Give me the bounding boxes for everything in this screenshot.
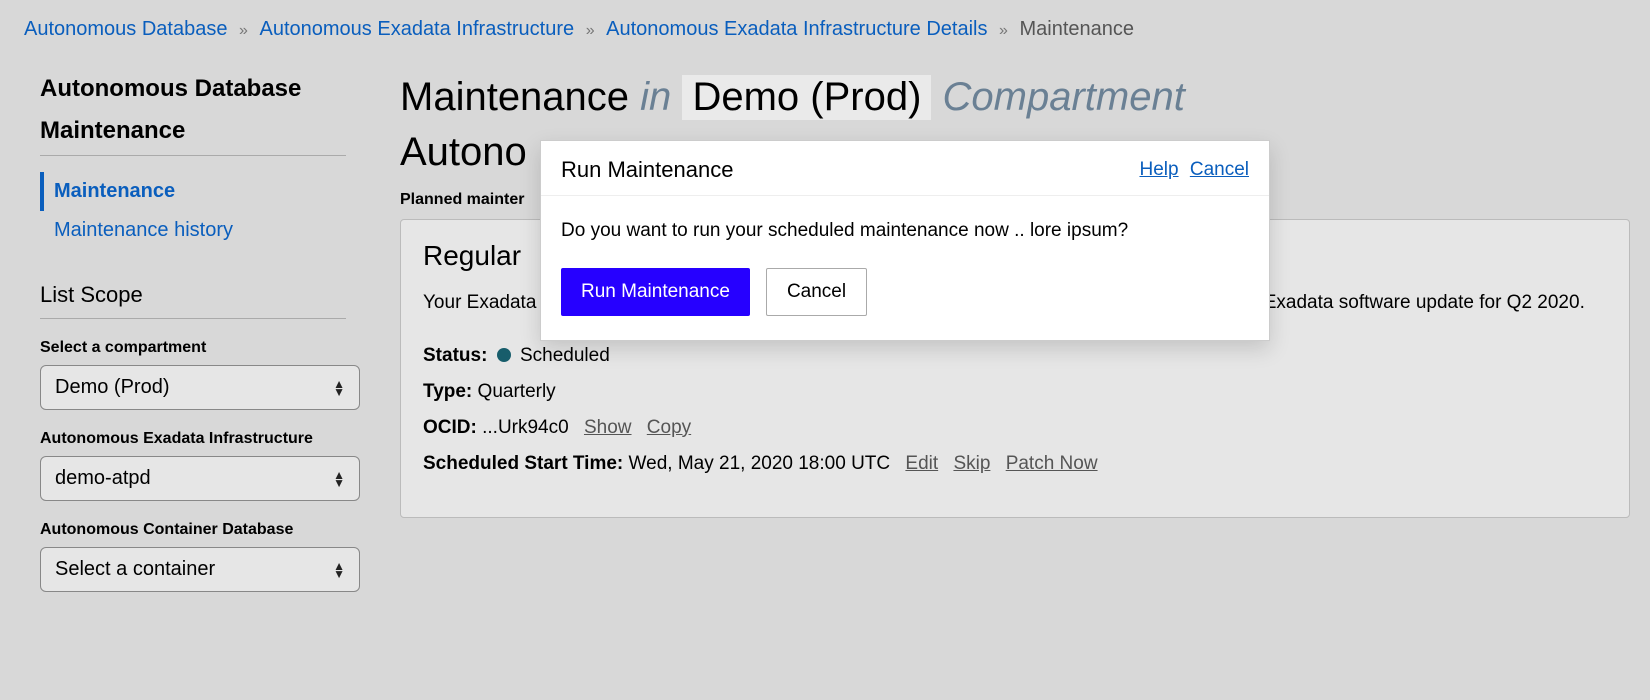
breadcrumb-link-1[interactable]: Autonomous Database <box>24 18 227 40</box>
container-select[interactable]: Select a container ▲▼ <box>40 547 360 592</box>
scheduled-patch-now-link[interactable]: Patch Now <box>1006 453 1098 474</box>
divider <box>40 155 346 156</box>
dialog-cancel-link[interactable]: Cancel <box>1190 159 1249 180</box>
scheduled-row: Scheduled Start Time: Wed, May 21, 2020 … <box>423 453 1607 475</box>
breadcrumb-sep: » <box>233 22 254 39</box>
dialog-header: Run Maintenance Help Cancel <box>541 141 1269 196</box>
ocid-label: OCID: <box>423 417 477 438</box>
dialog-actions: Run Maintenance Cancel <box>541 250 1269 340</box>
ocid-value: ...Urk94c0 <box>482 417 569 438</box>
select-stepper-icon: ▲▼ <box>333 562 345 578</box>
infrastructure-label: Autonomous Exadata Infrastructure <box>40 430 346 448</box>
type-value: Quarterly <box>478 381 556 402</box>
ocid-show-link[interactable]: Show <box>584 417 632 438</box>
status-value: Scheduled <box>520 345 610 366</box>
breadcrumb-sep: » <box>580 22 601 39</box>
select-stepper-icon: ▲▼ <box>333 380 345 396</box>
compartment-label: Select a compartment <box>40 339 346 357</box>
cancel-button[interactable]: Cancel <box>766 268 867 316</box>
divider <box>40 318 346 319</box>
sidebar-item-label: Maintenance <box>54 180 175 202</box>
dialog-header-links: Help Cancel <box>1133 159 1249 181</box>
page-title-prefix: Maintenance <box>400 75 629 119</box>
list-scope-title: List Scope <box>40 282 346 308</box>
select-value: demo-atpd <box>55 467 151 490</box>
select-stepper-icon: ▲▼ <box>333 471 345 487</box>
status-row: Status: Scheduled <box>423 345 1607 367</box>
dialog-title: Run Maintenance <box>561 157 733 183</box>
breadcrumb-link-3[interactable]: Autonomous Exadata Infrastructure Detail… <box>606 18 987 40</box>
select-value: Demo (Prod) <box>55 376 169 399</box>
status-label: Status: <box>423 345 487 366</box>
dialog-body-text: Do you want to run your scheduled mainte… <box>541 196 1269 250</box>
breadcrumb-current: Maintenance <box>1020 18 1135 40</box>
type-row: Type: Quarterly <box>423 381 1607 403</box>
breadcrumb-sep: » <box>993 22 1014 39</box>
sidebar-item-maintenance[interactable]: Maintenance <box>40 172 346 211</box>
scheduled-label: Scheduled Start Time: <box>423 453 623 474</box>
run-maintenance-dialog: Run Maintenance Help Cancel Do you want … <box>540 140 1270 341</box>
sidebar: Autonomous Database Maintenance Maintena… <box>40 75 370 592</box>
dialog-help-link[interactable]: Help <box>1139 159 1178 180</box>
scheduled-edit-link[interactable]: Edit <box>905 453 938 474</box>
sidebar-title-2: Maintenance <box>40 117 346 145</box>
run-maintenance-button[interactable]: Run Maintenance <box>561 268 750 316</box>
sidebar-title-1: Autonomous Database <box>40 75 346 103</box>
compartment-select[interactable]: Demo (Prod) ▲▼ <box>40 365 360 410</box>
breadcrumb: Autonomous Database » Autonomous Exadata… <box>0 0 1650 55</box>
type-label: Type: <box>423 381 472 402</box>
status-dot-icon <box>497 348 511 362</box>
page-title-compartment: Compartment <box>943 75 1185 119</box>
ocid-copy-link[interactable]: Copy <box>647 417 691 438</box>
select-value: Select a container <box>55 558 215 581</box>
scheduled-value: Wed, May 21, 2020 18:00 UTC <box>629 453 891 474</box>
page-title-env: Demo (Prod) <box>682 75 931 120</box>
ocid-row: OCID: ...Urk94c0 Show Copy <box>423 417 1607 439</box>
scheduled-skip-link[interactable]: Skip <box>953 453 990 474</box>
container-label: Autonomous Container Database <box>40 521 346 539</box>
breadcrumb-link-2[interactable]: Autonomous Exadata Infrastructure <box>260 18 575 40</box>
sidebar-item-maintenance-history[interactable]: Maintenance history <box>40 211 346 250</box>
sidebar-item-label: Maintenance history <box>54 219 233 241</box>
page-title-in: in <box>640 75 671 119</box>
infrastructure-select[interactable]: demo-atpd ▲▼ <box>40 456 360 501</box>
page-title: Maintenance in Demo (Prod) Compartment <box>400 75 1630 120</box>
